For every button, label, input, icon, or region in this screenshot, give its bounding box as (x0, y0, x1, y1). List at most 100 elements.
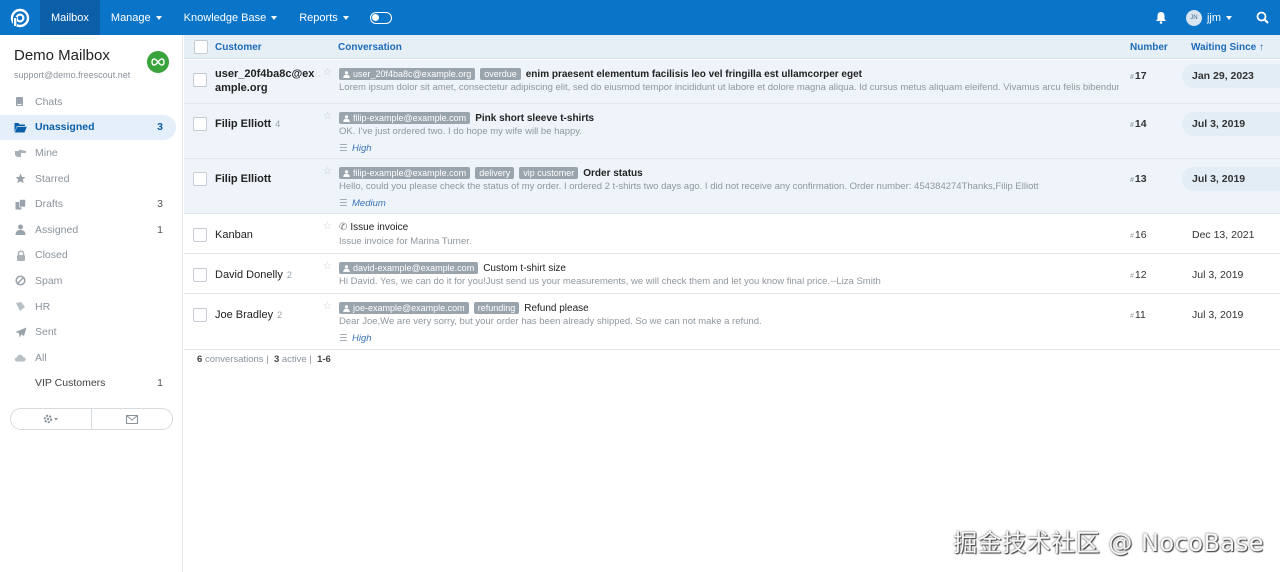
conversation-tag[interactable]: vip customer (519, 167, 579, 179)
star-icon[interactable]: ☆ (323, 221, 332, 232)
customer-name[interactable]: David Donelly 2 (215, 268, 292, 282)
freescout-logo-icon[interactable] (0, 0, 40, 35)
nav-item-label: Reports (299, 11, 338, 24)
nav-item-knowledge-base[interactable]: Knowledge Base (173, 0, 289, 35)
customer-name-text: Filip Elliott (215, 118, 272, 130)
sidebar-item-starred[interactable]: Starred (0, 166, 183, 192)
waiting-since: Jul 3, 2019 (1182, 263, 1280, 287)
conversation-line[interactable]: joe-example@example.com refunding Refund p… (339, 302, 589, 314)
sidebar-item-sent[interactable]: Sent (0, 319, 183, 345)
star-icon[interactable]: ☆ (323, 67, 332, 78)
sidebar-item-label: Closed (35, 249, 68, 262)
sidebar-item-assigned[interactable]: Assigned 1 (0, 217, 183, 243)
conversation-tag[interactable]: overdue (480, 68, 521, 80)
conversation-number-text: 11 (1134, 309, 1146, 321)
conversation-line[interactable]: user_20f4ba8c@example.org overdue enim pra… (339, 68, 862, 80)
mailbox-settings-button[interactable] (11, 409, 92, 429)
chevron-down-icon (155, 15, 162, 20)
sidebar-item-all[interactable]: All (0, 345, 183, 371)
customer-name-text: user_20f4ba8c@example.org (215, 68, 315, 94)
sidebar-item-label: Unassigned (35, 121, 95, 134)
mailbox-title[interactable]: Demo Mailbox (14, 47, 110, 64)
conversation-number-text: 12 (1134, 269, 1147, 281)
ban-icon (14, 275, 27, 287)
table-row[interactable]: Filip Elliott ☆ filip-example@example.com d… (184, 159, 1280, 214)
table-row[interactable]: Filip Elliott 4 ☆ filip-example@example.com… (184, 104, 1280, 159)
chevron-down-icon (342, 15, 349, 20)
sidebar-item-label: VIP Customers (35, 377, 106, 390)
star-icon[interactable]: ☆ (323, 261, 332, 272)
row-checkbox[interactable] (193, 308, 207, 322)
conversation-line[interactable]: filip-example@example.com Pink short slee… (339, 112, 594, 124)
conversation-number-text: 14 (1134, 118, 1147, 130)
conversation-subject: Refund please (524, 302, 589, 314)
conversation-tag[interactable]: delivery (475, 167, 515, 179)
customer-name[interactable]: Kanban (215, 228, 253, 242)
hash-icon: # (1130, 74, 1134, 81)
star-icon[interactable]: ☆ (323, 301, 332, 312)
folder-count: 1 (157, 223, 163, 236)
column-customer[interactable]: Customer (215, 42, 262, 53)
lock-icon (14, 249, 27, 261)
sidebar-item-chats[interactable]: Chats (0, 89, 183, 115)
conversation-list: Customer Conversation Number Waiting Sin… (184, 35, 1280, 572)
column-waiting-since[interactable]: Waiting Since ↑ (1191, 42, 1264, 53)
hash-icon: # (1130, 313, 1134, 320)
conversation-subject: Pink short sleeve t-shirts (475, 112, 595, 124)
star-icon[interactable]: ☆ (323, 166, 332, 177)
conversation-line[interactable]: ✆ Issue invoice (339, 222, 408, 233)
customer-name[interactable]: Filip Elliott 4 (215, 117, 280, 131)
customer-name[interactable]: user_20f4ba8c@example.org (215, 67, 315, 95)
sidebar-item-label: Mine (35, 146, 58, 159)
customer-name[interactable]: Joe Bradley 2 (215, 308, 282, 322)
nav-item-mailbox[interactable]: Mailbox (40, 0, 100, 35)
customer-name-text: Joe Bradley (215, 309, 274, 321)
column-number[interactable]: Number (1130, 42, 1168, 53)
nav-item-manage[interactable]: Manage (100, 0, 173, 35)
customer-name[interactable]: Filip Elliott (215, 172, 271, 186)
table-row[interactable]: Joe Bradley 2 ☆ joe-example@example.com refu… (184, 294, 1280, 350)
star-icon[interactable]: ☆ (323, 111, 332, 122)
nav-item-label: Mailbox (51, 11, 89, 24)
sidebar-item-label: All (35, 351, 47, 364)
sidebar-item-closed[interactable]: Closed (0, 243, 183, 269)
row-checkbox[interactable] (193, 268, 207, 282)
theme-toggle[interactable] (369, 11, 392, 24)
hand-pointing-icon (14, 147, 27, 159)
customer-email-tag: filip-example@example.com (339, 112, 471, 124)
nav-item-reports[interactable]: Reports (288, 0, 360, 35)
list-icon: ☰ (339, 333, 348, 344)
sidebar-item-drafts[interactable]: Drafts 3 (0, 191, 183, 217)
select-all-checkbox[interactable] (194, 40, 208, 54)
user-menu[interactable]: JN jjm (1176, 9, 1244, 26)
conversation-preview: Hello, could you please check the status… (339, 181, 1039, 192)
sidebar-item-mine[interactable]: Mine (0, 140, 183, 166)
row-checkbox[interactable] (193, 172, 207, 186)
conversation-line[interactable]: david-example@example.com Custom t-shirt … (339, 262, 566, 274)
conversation-line[interactable]: filip-example@example.com delivery vip cus… (339, 167, 643, 179)
search-icon[interactable] (1244, 11, 1280, 24)
waiting-since-text: Jul 3, 2019 (1192, 118, 1246, 130)
row-checkbox[interactable] (193, 117, 207, 131)
conversation-subject: Custom t-shirt size (483, 262, 566, 274)
mailbox-email: support@demo.freescout.net (14, 70, 131, 80)
table-row[interactable]: Kanban ☆ ✆ Issue invoice Issue invoice for M… (184, 214, 1280, 254)
bell-icon[interactable] (1146, 11, 1176, 24)
sidebar-item-hr[interactable]: HR (0, 294, 183, 320)
cloud-icon (14, 352, 27, 364)
sidebar-item-unassigned[interactable]: Unassigned 3 (0, 114, 176, 141)
row-checkbox[interactable] (193, 228, 207, 242)
row-checkbox[interactable] (193, 73, 207, 87)
conversation-number-text: 17 (1134, 70, 1147, 82)
conversation-preview: Hi David. Yes, we can do it for you!Just… (339, 276, 881, 287)
column-conversation[interactable]: Conversation (338, 42, 402, 53)
table-row[interactable]: David Donelly 2 ☆ david-example@example.com… (184, 254, 1280, 294)
sidebar-item-label: Drafts (35, 198, 64, 211)
sidebar-item-spam[interactable]: Spam (0, 268, 183, 294)
sidebar-item-vip-customers[interactable]: VIP Customers 1 (0, 371, 183, 397)
sidebar-item-label: Sent (35, 326, 57, 339)
conversation-tag[interactable]: refunding (473, 302, 520, 314)
conversation-subject: Issue invoice (350, 222, 409, 233)
new-conversation-button[interactable] (92, 409, 172, 429)
table-row[interactable]: user_20f4ba8c@example.org ☆ user_20f4ba8c@… (184, 60, 1280, 104)
